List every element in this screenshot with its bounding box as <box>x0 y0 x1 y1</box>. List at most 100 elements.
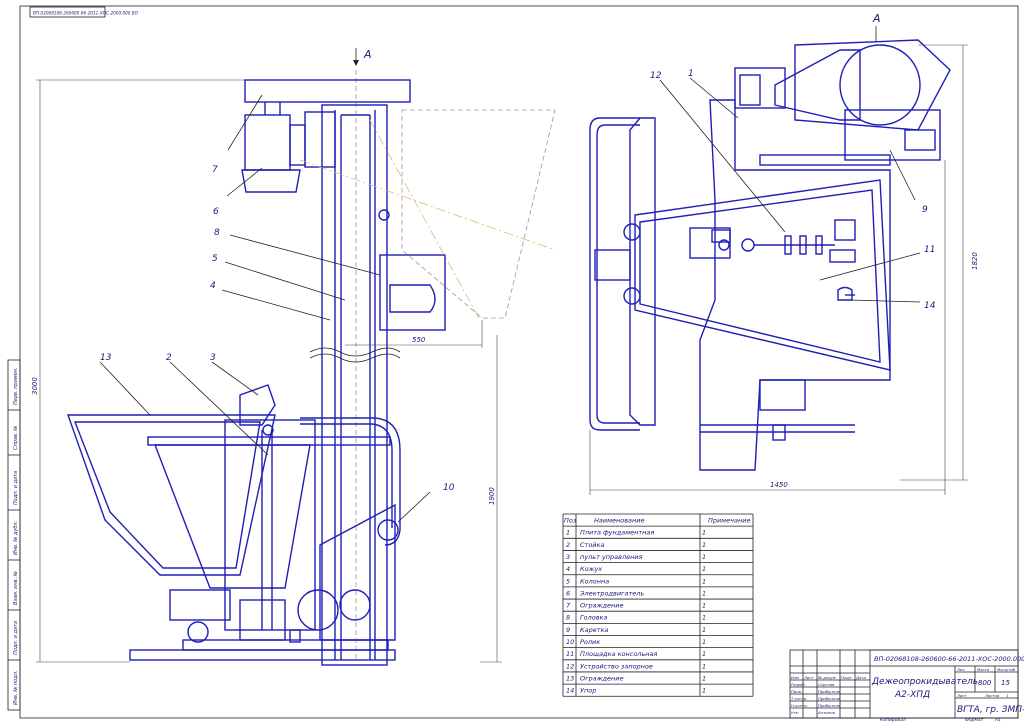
name-3: Прибытков <box>818 703 841 708</box>
table-cell-pos: 6 <box>566 589 570 597</box>
table-cell-name: Упор <box>580 687 596 695</box>
side-stamp-4: Инв. № дубл. <box>13 521 19 555</box>
callout-9: 9 <box>922 205 928 215</box>
parts-table: Поз Наименование Примечание1 Плита фундамен… <box>562 513 754 697</box>
table-cell-pos: 8 <box>566 614 570 622</box>
table-cell-pos: 3 <box>566 553 570 561</box>
table-cell-qty: 1 <box>702 541 706 549</box>
side-stamp-5: Взам. инв. № <box>13 571 19 605</box>
callout-13: 13 <box>100 353 112 363</box>
drive-housing <box>794 39 951 131</box>
callout-11: 11 <box>924 245 935 255</box>
stop <box>837 286 853 301</box>
table-cell-pos: 5 <box>566 577 570 585</box>
callout-14: 14 <box>924 301 936 311</box>
table-header-pos: Поз <box>564 517 577 525</box>
title-line2: А2-ХПД <box>894 690 930 700</box>
side-stamp-3: Подп. и дата <box>13 471 19 505</box>
dim-550: 550 <box>412 336 426 344</box>
table-cell-name: Плита фундаментная <box>580 529 654 537</box>
side-stamp-7: Инв. № подл. <box>13 671 19 706</box>
callout-5: 5 <box>212 254 218 264</box>
lower-wheel <box>339 589 371 621</box>
table-cell-qty: 1 <box>702 650 706 658</box>
table-cell-name: Каретка <box>580 626 608 634</box>
format-label: Формат <box>965 717 984 723</box>
col-mass: Масса <box>977 667 990 672</box>
hdr-date: Дата <box>855 675 867 680</box>
hdr-sign: Подп. <box>841 675 853 680</box>
motor-housing <box>241 169 301 193</box>
motor-guard <box>244 114 291 171</box>
table-cell-pos: 10 <box>566 638 574 646</box>
column <box>321 104 388 666</box>
bowl-body <box>153 444 311 589</box>
sheet-label: Лист <box>956 693 967 698</box>
title-block: ВП-02068108-260600-66-2011-ХОС-2000.000 … <box>789 649 1024 723</box>
hdr-doc: № докум. <box>817 675 837 680</box>
side-stamp-6: Подп. и дата <box>13 621 19 655</box>
table-cell-name: Электродвигатель <box>579 589 644 597</box>
table-cell-name: пульт управления <box>580 553 643 561</box>
mass-value: 800 <box>978 679 992 687</box>
section-label-left: A <box>363 48 372 61</box>
role-2: Т.контр. <box>791 696 807 701</box>
name-4: Антипов <box>817 710 836 715</box>
dim-1820: 1820 <box>971 252 979 270</box>
callout-4: 4 <box>210 281 216 291</box>
copied-label: Копировал <box>880 717 906 723</box>
table-cell-qty: 1 <box>702 614 706 622</box>
table-cell-pos: 2 <box>566 541 570 549</box>
table-cell-pos: 14 <box>566 687 574 695</box>
table-cell-qty: 1 <box>702 565 706 573</box>
title-line1: Дежеопрокидыватель <box>871 677 978 687</box>
org: ВГТА, гр. ЗМП-4 <box>957 705 1024 715</box>
left-view: A 3000 550 1900 7 6 8 5 4 13 2 3 10 <box>31 48 556 666</box>
table-cell-qty: 1 <box>702 626 706 634</box>
table-cell-name: Ролик <box>580 638 600 646</box>
title-code: ВП-02068108-260600-66-2011-ХОС-2000.000 … <box>874 655 1024 663</box>
kneading-bowl-guard <box>67 414 276 576</box>
dim-3000: 3000 <box>31 377 39 395</box>
table-cell-name: Кожух <box>580 565 602 573</box>
table-cell-name: Ограждение <box>580 602 623 610</box>
locking-device <box>689 227 731 259</box>
table-cell-qty: 1 <box>702 553 706 561</box>
console-platform <box>634 179 891 371</box>
table-header-note: Примечание <box>708 517 750 525</box>
table-cell-qty: 1 <box>702 589 706 597</box>
table-cell-qty: 1 <box>702 577 706 585</box>
callout-3: 3 <box>210 353 216 363</box>
table-cell-name: Стойка <box>580 541 604 549</box>
table-cell-name: Устройство запорное <box>580 662 653 670</box>
table-cell-qty: 1 <box>702 662 706 670</box>
table-cell-pos: 1 <box>566 529 570 537</box>
table-cell-pos: 7 <box>566 602 571 610</box>
callout-7: 7 <box>212 165 218 175</box>
tilted-bowl-outline <box>401 109 556 319</box>
callout-1: 1 <box>688 69 694 79</box>
scale-value: 15 <box>1001 679 1010 687</box>
role-0: Разраб. <box>791 682 806 687</box>
col-lit: Лит. <box>956 667 966 672</box>
table-cell-qty: 1 <box>702 529 706 537</box>
right-view: A 1820 1450 12 1 9 11 14 <box>589 12 979 495</box>
dim-1450: 1450 <box>770 481 788 489</box>
role-1: Пров. <box>791 689 802 694</box>
section-arrowhead-left <box>353 60 359 66</box>
col-scale: Масштаб <box>997 667 1016 672</box>
dim-1900: 1900 <box>488 487 496 505</box>
side-stamp-column: Перв. примен. Справ. № Подп. и дата Инв.… <box>7 359 21 711</box>
role-4: Утв. <box>791 710 799 715</box>
side-stamp-1: Перв. примен. <box>13 367 19 405</box>
sheets-label: Листов <box>984 693 1000 698</box>
control-panel <box>239 384 276 426</box>
hdr-izm: Изм <box>791 675 799 680</box>
table-cell-name: Площадка консольная <box>580 650 658 658</box>
section-label-right: A <box>872 12 881 25</box>
hdr-list: Лист <box>803 675 814 680</box>
table-cell-pos: 4 <box>566 565 570 573</box>
header-stamp-text: ВП-02068108-260600-66-2011-ХОС-2000.000 … <box>33 11 139 16</box>
table-cell-pos: 9 <box>566 626 570 634</box>
table-cell-name: Колонна <box>580 577 609 585</box>
